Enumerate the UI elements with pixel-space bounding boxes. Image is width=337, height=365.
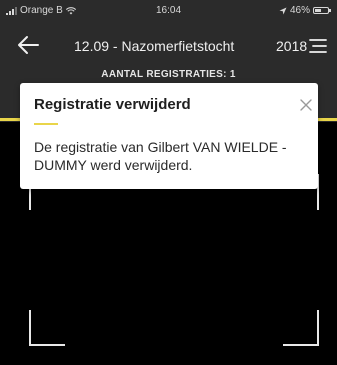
back-arrow-icon[interactable] bbox=[16, 34, 40, 56]
scanner-corner-bottom-left bbox=[29, 310, 65, 346]
toast-message: De registratie van Gilbert VAN WIELDE - … bbox=[34, 139, 287, 173]
location-arrow-icon bbox=[279, 7, 287, 14]
registration-count: AANTAL REGISTRATIES: 1 bbox=[101, 69, 236, 80]
nav-bar: 12.09 - Nazomerfietstocht 2018 bbox=[0, 28, 337, 64]
page-title: 12.09 - Nazomerfietstocht bbox=[74, 38, 235, 54]
close-icon[interactable] bbox=[300, 99, 312, 111]
status-right: 46% bbox=[279, 5, 331, 16]
battery-percent: 46% bbox=[289, 5, 310, 16]
notification-toast: Registratie verwijderd De registratie va… bbox=[20, 83, 318, 189]
app-screen: Orange B 16:04 46% 12.09 - Nazomerfietst… bbox=[0, 0, 337, 365]
scanner-corner-bottom-right bbox=[283, 310, 319, 346]
battery-icon bbox=[313, 7, 331, 14]
toast-title: Registratie verwijderd bbox=[34, 96, 191, 113]
status-bar: Orange B 16:04 46% bbox=[0, 0, 337, 20]
toast-accent-line bbox=[34, 123, 58, 125]
year-label[interactable]: 2018 bbox=[276, 38, 307, 54]
hamburger-menu-icon[interactable] bbox=[308, 38, 328, 54]
